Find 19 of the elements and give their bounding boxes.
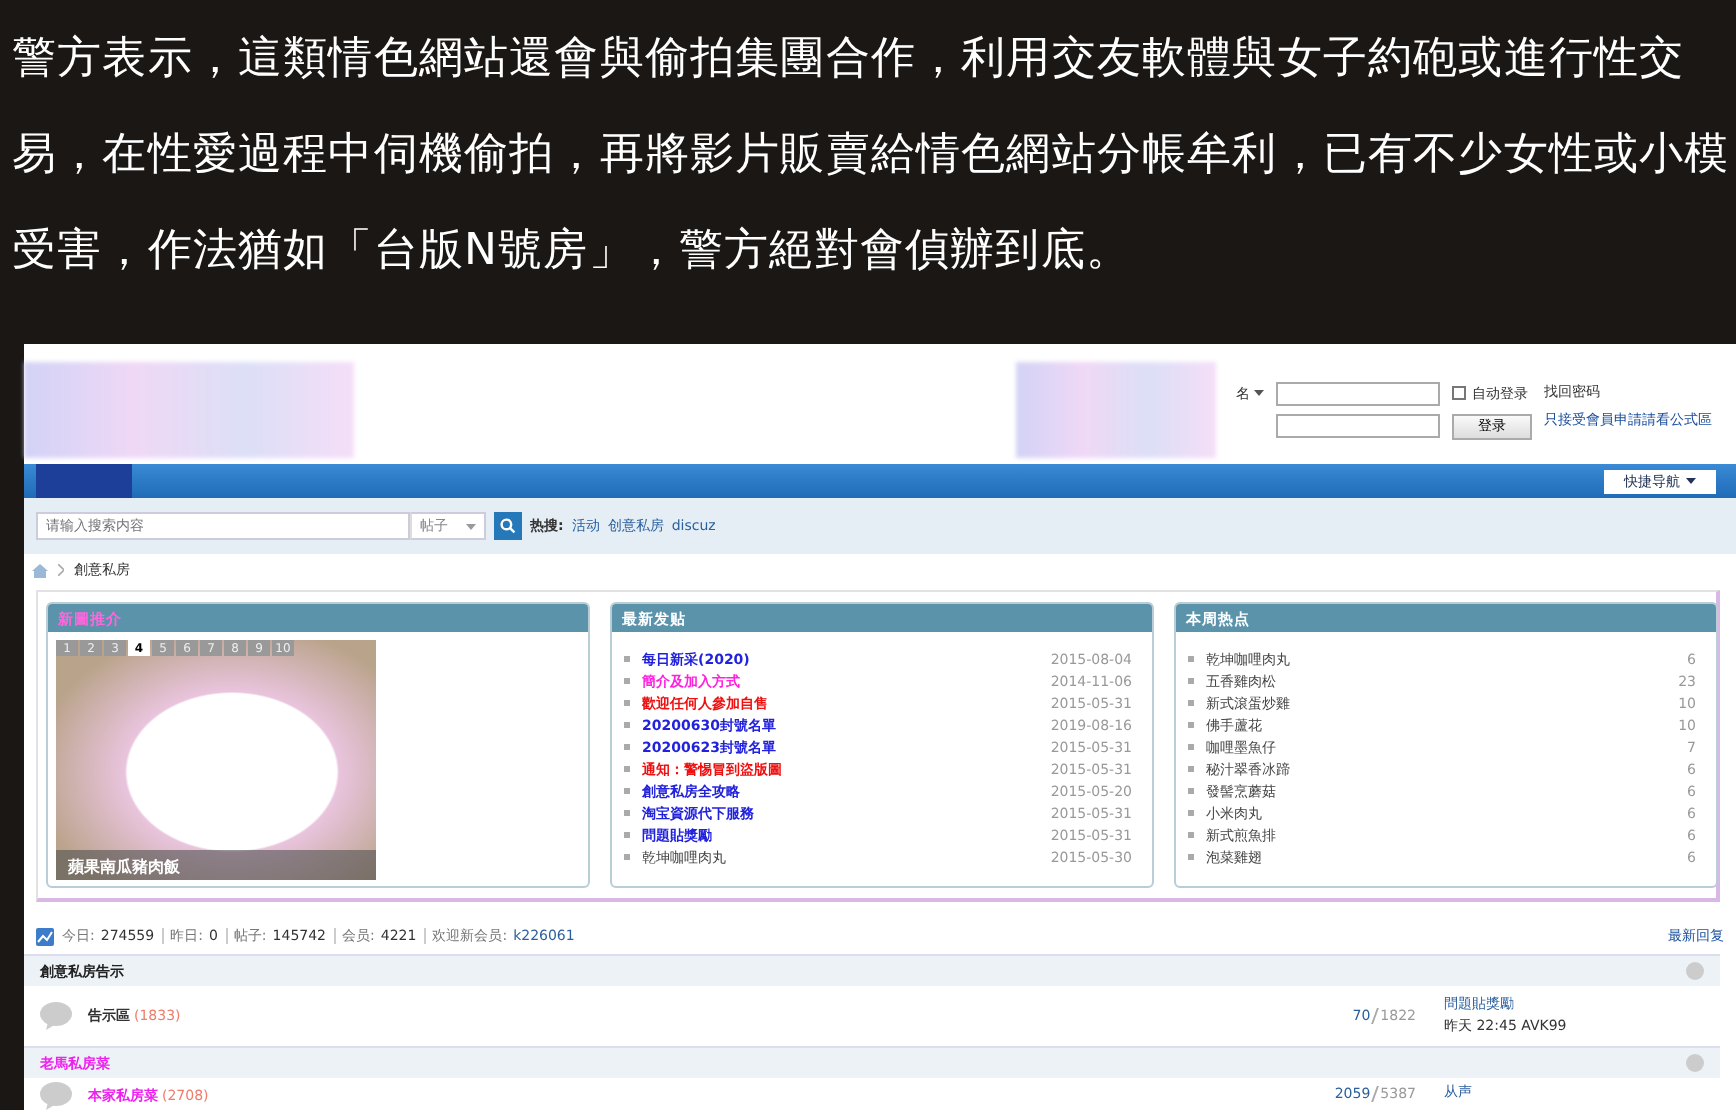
photo-caption: 蘋果南瓜豬肉飯 [56,850,376,880]
caret-icon [466,523,476,529]
caption-text: 警方表示，這類情色網站還會與偷拍集團合作，利用交友軟體與女子約砲或進行性交 [12,32,1687,88]
caret-icon [1686,478,1696,484]
username-field[interactable] [1276,381,1440,405]
caption-text: 易，在性愛過程中伺機偷拍，再將影片販賣給情色網站分帳牟利，已有不少女性或小模 [12,128,1732,184]
search-icon [500,518,516,534]
collapse-icon[interactable] [1686,962,1704,980]
remember-checkbox[interactable] [1452,386,1466,400]
search-button[interactable] [494,512,522,540]
caption-text: 受害，作法猶如「台版N號房」，警方絕對會偵辦到底。 [12,224,1133,280]
collapse-icon[interactable] [1686,1054,1704,1072]
speech-bubble-icon [40,1082,72,1110]
caret-icon [1254,390,1264,396]
speech-bubble-icon [40,1002,72,1030]
password-field[interactable] [1276,413,1440,437]
chart-icon [36,927,54,945]
chevron-icon [58,564,64,576]
home-icon[interactable] [32,563,48,577]
